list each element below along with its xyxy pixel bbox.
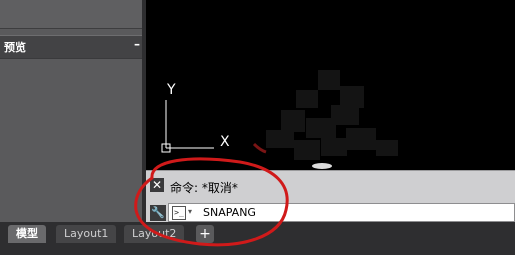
- canvas-highlight: [312, 163, 332, 169]
- drawing-canvas[interactable]: Y X: [146, 0, 515, 170]
- layout-tabs: 模型 Layout1 Layout2 +: [0, 222, 515, 255]
- left-panel: 预览 –: [0, 0, 146, 222]
- tab-model[interactable]: 模型: [8, 225, 46, 243]
- tab-layout2[interactable]: Layout2: [124, 225, 185, 243]
- ucs-x-label: X: [220, 134, 230, 150]
- preview-title: 预览: [4, 41, 26, 54]
- wrench-icon[interactable]: 🔧: [150, 205, 166, 221]
- command-prompt-icon[interactable]: >_: [172, 206, 186, 220]
- tab-layout1[interactable]: Layout1: [56, 225, 117, 243]
- command-history-text: 命令: *取消*: [170, 181, 238, 195]
- command-input-text[interactable]: SNAPANG: [203, 206, 256, 219]
- command-input[interactable]: >_ ▾ SNAPANG: [168, 203, 515, 222]
- close-icon[interactable]: ✕: [150, 178, 164, 192]
- add-layout-button[interactable]: +: [196, 225, 214, 243]
- panel-toolbar: [0, 0, 146, 29]
- preview-section-header[interactable]: 预览 –: [0, 35, 146, 59]
- ucs-icon: Y X: [161, 82, 332, 169]
- ucs-y-label: Y: [166, 82, 176, 98]
- red-curve-fragment: [252, 142, 267, 154]
- chevron-down-icon[interactable]: ▾: [188, 207, 192, 216]
- collapse-button[interactable]: –: [134, 37, 140, 51]
- command-history: ✕ 命令: *取消*: [146, 170, 515, 200]
